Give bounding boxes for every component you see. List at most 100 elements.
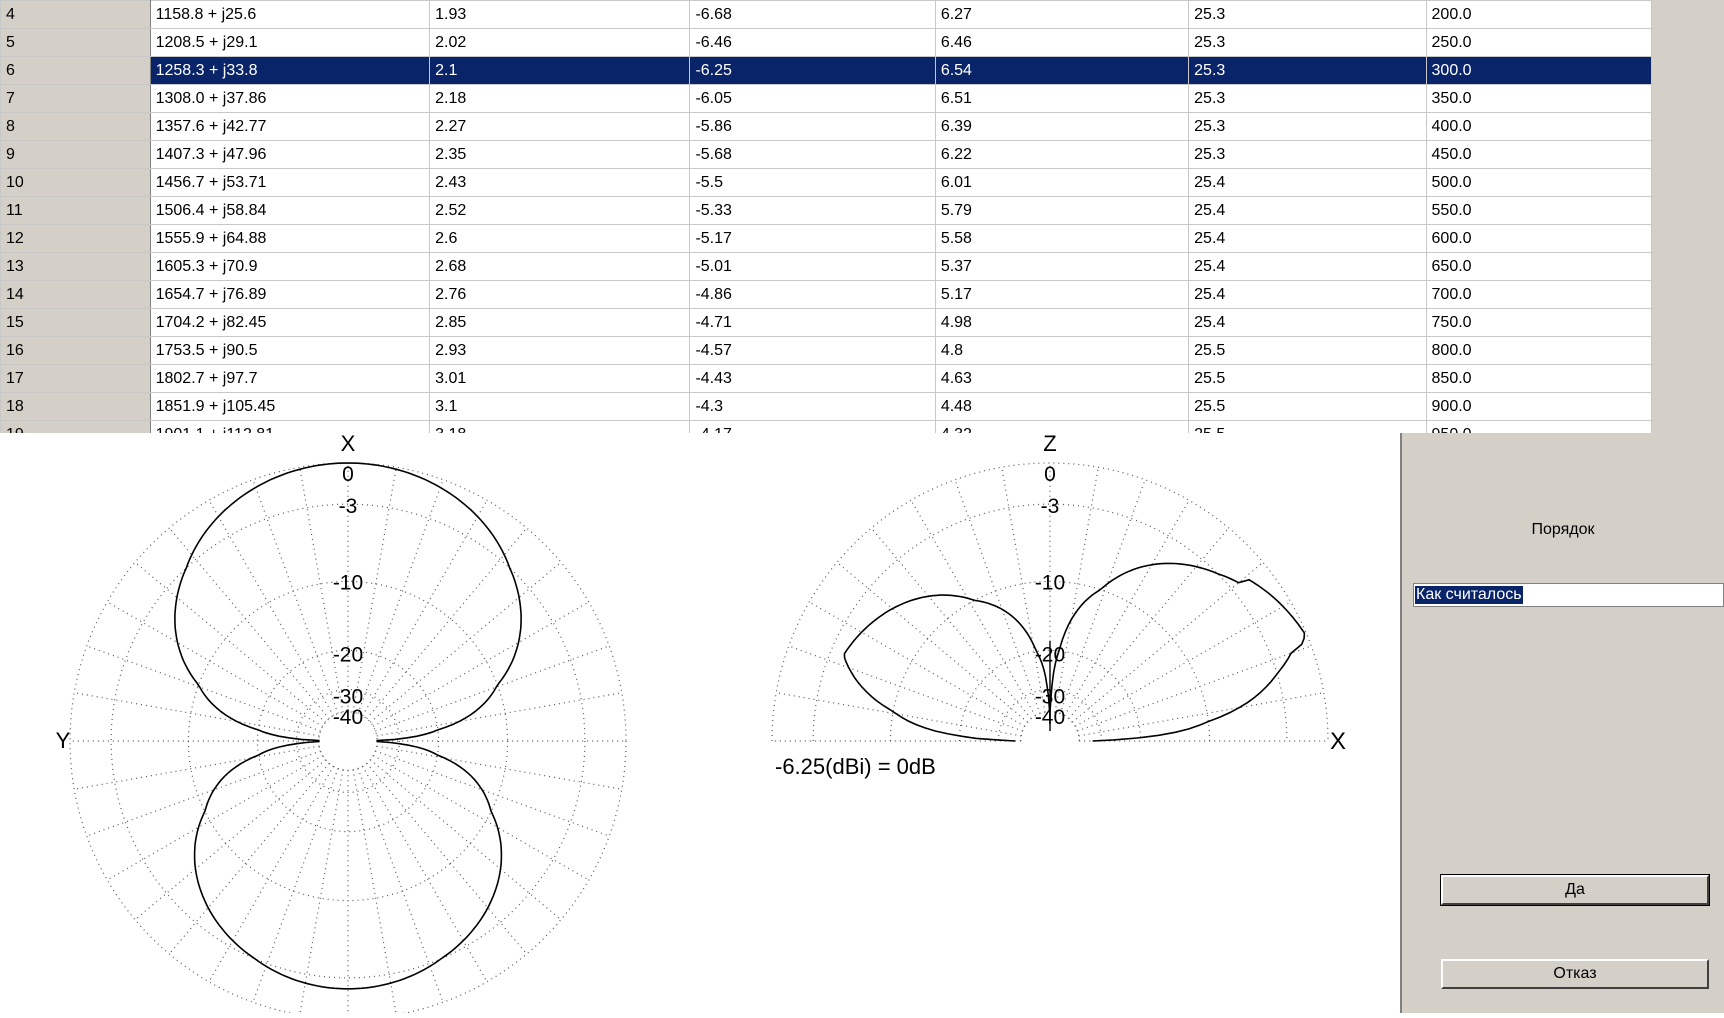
- column5-cell[interactable]: 25.4: [1188, 280, 1427, 309]
- frequency-cell[interactable]: 650.0: [1425, 252, 1652, 281]
- table-row[interactable]: 5 1208.5 + j29.1 2.02 -6.46 6.46 25.3 250.0: [0, 28, 1652, 57]
- column5-cell[interactable]: 25.5: [1188, 336, 1427, 365]
- table-row[interactable]: 13 1605.3 + j70.9 2.68 -5.01 5.37 25.4 650.0: [0, 252, 1652, 281]
- column4-cell[interactable]: 5.17: [934, 280, 1190, 309]
- column2-cell[interactable]: 3.01: [429, 364, 691, 393]
- impedance-cell[interactable]: 1605.3 + j70.9: [149, 252, 431, 281]
- column4-cell[interactable]: 4.63: [934, 364, 1190, 393]
- column4-cell[interactable]: 4.98: [934, 308, 1190, 337]
- column2-cell[interactable]: 3.18: [429, 420, 691, 433]
- gain-cell[interactable]: -4.3: [689, 392, 936, 421]
- gain-cell[interactable]: -6.68: [689, 0, 936, 29]
- column2-cell[interactable]: 2.43: [429, 168, 691, 197]
- gain-cell[interactable]: -4.17: [689, 420, 936, 433]
- column5-cell[interactable]: 25.4: [1188, 168, 1427, 197]
- column4-cell[interactable]: 6.46: [934, 28, 1190, 57]
- column5-cell[interactable]: 25.4: [1188, 224, 1427, 253]
- frequency-cell[interactable]: 400.0: [1425, 112, 1652, 141]
- column4-cell[interactable]: 5.79: [934, 196, 1190, 225]
- cancel-button[interactable]: Отказ: [1441, 959, 1709, 989]
- impedance-cell[interactable]: 1901.1 + j112.81: [149, 420, 431, 433]
- column5-cell[interactable]: 25.3: [1188, 84, 1427, 113]
- column2-cell[interactable]: 2.18: [429, 84, 691, 113]
- row-number-cell[interactable]: 8: [0, 112, 151, 141]
- table-row[interactable]: 18 1851.9 + j105.45 3.1 -4.3 4.48 25.5 900.0: [0, 392, 1652, 421]
- table-row[interactable]: 6 1258.3 + j33.8 2.1 -6.25 6.54 25.3 300.0: [0, 56, 1652, 85]
- gain-cell[interactable]: -5.33: [689, 196, 936, 225]
- gain-cell[interactable]: -6.46: [689, 28, 936, 57]
- table-row[interactable]: 16 1753.5 + j90.5 2.93 -4.57 4.8 25.5 800.0: [0, 336, 1652, 365]
- gain-cell[interactable]: -6.25: [689, 56, 936, 85]
- frequency-cell[interactable]: 200.0: [1425, 0, 1652, 29]
- column2-cell[interactable]: 2.6: [429, 224, 691, 253]
- impedance-cell[interactable]: 1208.5 + j29.1: [149, 28, 431, 57]
- column4-cell[interactable]: 6.54: [934, 56, 1190, 85]
- table-row[interactable]: 11 1506.4 + j58.84 2.52 -5.33 5.79 25.4 550.0: [0, 196, 1652, 225]
- row-number-cell[interactable]: 16: [0, 336, 151, 365]
- column5-cell[interactable]: 25.3: [1188, 0, 1427, 29]
- column4-cell[interactable]: 5.58: [934, 224, 1190, 253]
- impedance-cell[interactable]: 1654.7 + j76.89: [149, 280, 431, 309]
- impedance-cell[interactable]: 1456.7 + j53.71: [149, 168, 431, 197]
- order-select[interactable]: Как считалось: [1413, 583, 1724, 607]
- column4-cell[interactable]: 4.48: [934, 392, 1190, 421]
- frequency-cell[interactable]: 950.0: [1425, 420, 1652, 433]
- column4-cell[interactable]: 6.39: [934, 112, 1190, 141]
- gain-cell[interactable]: -4.57: [689, 336, 936, 365]
- table-row[interactable]: 12 1555.9 + j64.88 2.6 -5.17 5.58 25.4 600.0: [0, 224, 1652, 253]
- frequency-cell[interactable]: 600.0: [1425, 224, 1652, 253]
- row-number-cell[interactable]: 5: [0, 28, 151, 57]
- frequency-cell[interactable]: 450.0: [1425, 140, 1652, 169]
- results-grid[interactable]: 4 1158.8 + j25.6 1.93 -6.68 6.27 25.3 200.0 5 12…: [0, 0, 1652, 433]
- frequency-cell[interactable]: 800.0: [1425, 336, 1652, 365]
- column5-cell[interactable]: 25.5: [1188, 420, 1427, 433]
- column4-cell[interactable]: 6.51: [934, 84, 1190, 113]
- column4-cell[interactable]: 5.37: [934, 252, 1190, 281]
- row-number-cell[interactable]: 11: [0, 196, 151, 225]
- column5-cell[interactable]: 25.3: [1188, 56, 1427, 85]
- column5-cell[interactable]: 25.5: [1188, 364, 1427, 393]
- gain-cell[interactable]: -6.05: [689, 84, 936, 113]
- column2-cell[interactable]: 2.52: [429, 196, 691, 225]
- table-row[interactable]: 8 1357.6 + j42.77 2.27 -5.86 6.39 25.3 400.0: [0, 112, 1652, 141]
- row-number-cell[interactable]: 4: [0, 0, 151, 29]
- table-row[interactable]: 191901.1 + j112.813.18-4.174.3225.5950.0: [0, 420, 1652, 433]
- row-number-cell[interactable]: 7: [0, 84, 151, 113]
- row-number-cell[interactable]: 18: [0, 392, 151, 421]
- gain-cell[interactable]: -5.01: [689, 252, 936, 281]
- column5-cell[interactable]: 25.4: [1188, 308, 1427, 337]
- row-number-cell[interactable]: 10: [0, 168, 151, 197]
- row-number-cell[interactable]: 14: [0, 280, 151, 309]
- frequency-cell[interactable]: 250.0: [1425, 28, 1652, 57]
- table-row[interactable]: 9 1407.3 + j47.96 2.35 -5.68 6.22 25.3 450.0: [0, 140, 1652, 169]
- gain-cell[interactable]: -4.43: [689, 364, 936, 393]
- column2-cell[interactable]: 2.68: [429, 252, 691, 281]
- impedance-cell[interactable]: 1407.3 + j47.96: [149, 140, 431, 169]
- table-row[interactable]: 4 1158.8 + j25.6 1.93 -6.68 6.27 25.3 200.0: [0, 0, 1652, 29]
- frequency-cell[interactable]: 850.0: [1425, 364, 1652, 393]
- row-number-cell[interactable]: 17: [0, 364, 151, 393]
- frequency-cell[interactable]: 750.0: [1425, 308, 1652, 337]
- column4-cell[interactable]: 6.27: [934, 0, 1190, 29]
- column4-cell[interactable]: 4.8: [934, 336, 1190, 365]
- impedance-cell[interactable]: 1158.8 + j25.6: [149, 0, 431, 29]
- frequency-cell[interactable]: 500.0: [1425, 168, 1652, 197]
- row-number-cell[interactable]: 12: [0, 224, 151, 253]
- impedance-cell[interactable]: 1802.7 + j97.7: [149, 364, 431, 393]
- column2-cell[interactable]: 2.1: [429, 56, 691, 85]
- frequency-cell[interactable]: 550.0: [1425, 196, 1652, 225]
- table-row[interactable]: 7 1308.0 + j37.86 2.18 -6.05 6.51 25.3 350.0: [0, 84, 1652, 113]
- column2-cell[interactable]: 1.93: [429, 0, 691, 29]
- column2-cell[interactable]: 2.85: [429, 308, 691, 337]
- gain-cell[interactable]: -5.17: [689, 224, 936, 253]
- column5-cell[interactable]: 25.3: [1188, 112, 1427, 141]
- table-row[interactable]: 14 1654.7 + j76.89 2.76 -4.86 5.17 25.4 700.0: [0, 280, 1652, 309]
- column2-cell[interactable]: 2.93: [429, 336, 691, 365]
- gain-cell[interactable]: -5.86: [689, 112, 936, 141]
- row-number-cell[interactable]: 19: [0, 420, 151, 433]
- frequency-cell[interactable]: 350.0: [1425, 84, 1652, 113]
- impedance-cell[interactable]: 1753.5 + j90.5: [149, 336, 431, 365]
- impedance-cell[interactable]: 1506.4 + j58.84: [149, 196, 431, 225]
- impedance-cell[interactable]: 1851.9 + j105.45: [149, 392, 431, 421]
- gain-cell[interactable]: -5.68: [689, 140, 936, 169]
